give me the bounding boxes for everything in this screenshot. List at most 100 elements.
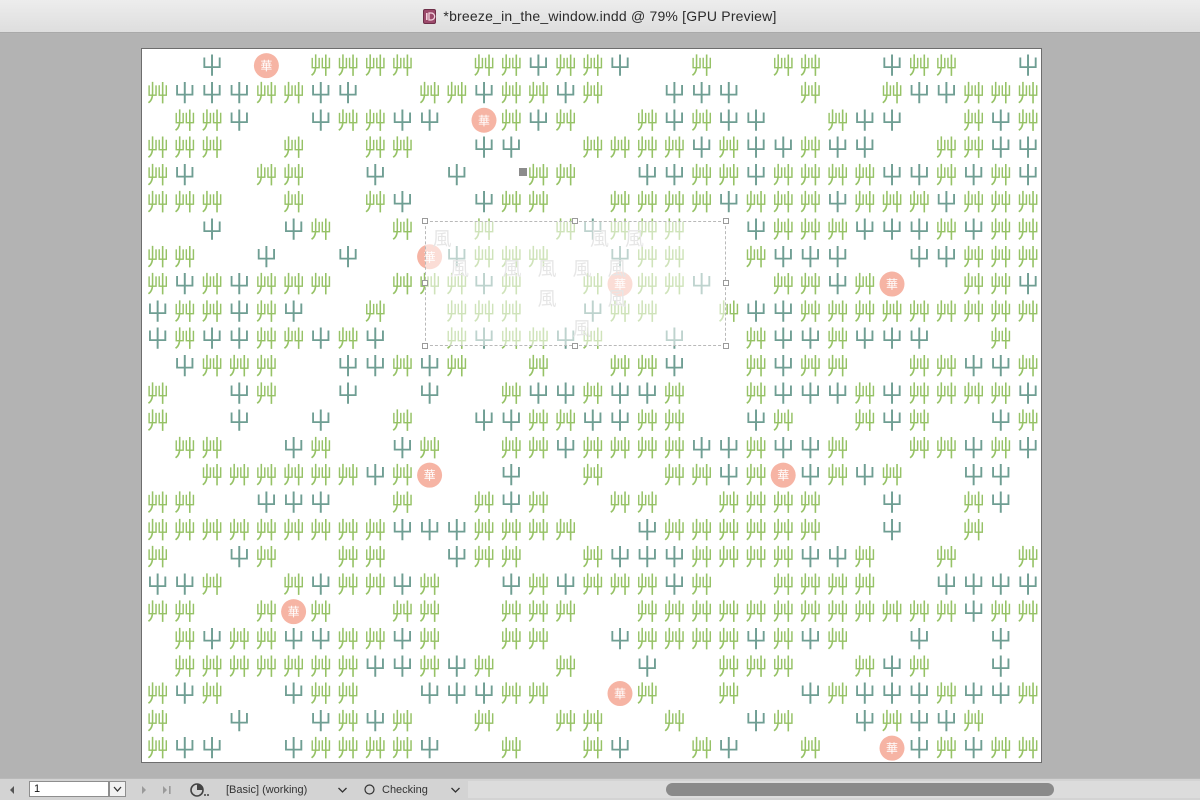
double-grass-glyph: 艸	[527, 409, 550, 435]
double-grass-glyph: 艸	[201, 272, 224, 298]
double-grass-glyph: 艸	[989, 381, 1012, 407]
frame-handle[interactable]	[422, 343, 428, 349]
double-grass-glyph: 艸	[201, 108, 224, 134]
single-grass-glyph: 屮	[337, 81, 360, 107]
single-grass-glyph: 屮	[201, 736, 224, 762]
single-grass-glyph: 屮	[717, 108, 740, 134]
double-grass-glyph: 艸	[500, 436, 523, 462]
double-grass-glyph: 艸	[772, 600, 795, 626]
single-grass-glyph: 屮	[609, 736, 632, 762]
frame-handle[interactable]	[422, 218, 428, 224]
single-grass-glyph: 屮	[799, 327, 822, 353]
single-grass-glyph: 屮	[663, 108, 686, 134]
single-grass-glyph: 屮	[418, 381, 441, 407]
single-grass-glyph: 屮	[445, 682, 468, 708]
single-grass-glyph: 屮	[337, 381, 360, 407]
double-grass-glyph: 艸	[581, 545, 604, 571]
double-grass-glyph: 艸	[282, 463, 305, 489]
single-grass-glyph: 屮	[853, 463, 876, 489]
single-grass-glyph: 屮	[282, 217, 305, 243]
single-grass-glyph: 屮	[799, 545, 822, 571]
double-grass-glyph: 艸	[881, 190, 904, 216]
double-grass-glyph: 艸	[282, 572, 305, 598]
chevron-down-icon[interactable]	[450, 779, 461, 800]
frame-handle[interactable]	[422, 280, 428, 286]
horizontal-scrollbar[interactable]	[468, 781, 1200, 798]
single-grass-glyph: 屮	[173, 163, 196, 189]
preflight-profile-label[interactable]: [Basic] (working)	[226, 779, 307, 800]
double-grass-glyph: 艸	[690, 545, 713, 571]
single-grass-glyph: 屮	[717, 736, 740, 762]
double-grass-glyph: 艸	[799, 354, 822, 380]
double-grass-glyph: 艸	[201, 136, 224, 162]
double-grass-glyph: 艸	[745, 463, 768, 489]
frame-handle[interactable]	[572, 218, 578, 224]
double-grass-glyph: 艸	[337, 654, 360, 680]
selected-text-frame[interactable]	[425, 221, 726, 346]
single-grass-glyph: 屮	[418, 518, 441, 544]
double-grass-glyph: 艸	[500, 518, 523, 544]
double-grass-glyph: 艸	[826, 463, 849, 489]
page-number-field[interactable]: 1	[29, 781, 109, 797]
double-grass-glyph: 艸	[636, 190, 659, 216]
double-grass-glyph: 艸	[337, 518, 360, 544]
double-grass-glyph: 艸	[391, 463, 414, 489]
scrollbar-thumb[interactable]	[666, 783, 1054, 796]
single-grass-glyph: 屮	[228, 272, 251, 298]
double-grass-glyph: 艸	[309, 600, 332, 626]
double-grass-glyph: 艸	[799, 299, 822, 325]
frame-handle[interactable]	[723, 218, 729, 224]
single-grass-glyph: 屮	[908, 81, 931, 107]
single-grass-glyph: 屮	[228, 709, 251, 735]
double-grass-glyph: 艸	[908, 54, 931, 80]
double-grass-glyph: 艸	[989, 163, 1012, 189]
double-grass-glyph: 艸	[799, 81, 822, 107]
status-bar: 1 [Basic] (working) Checking	[0, 778, 1200, 800]
double-grass-glyph: 艸	[473, 709, 496, 735]
frame-handle[interactable]	[723, 343, 729, 349]
double-grass-glyph: 艸	[717, 627, 740, 653]
double-grass-glyph: 艸	[364, 545, 387, 571]
single-grass-glyph: 屮	[609, 381, 632, 407]
double-grass-glyph: 艸	[1017, 682, 1040, 708]
next-page-icon[interactable]	[140, 779, 148, 800]
single-grass-glyph: 屮	[962, 682, 985, 708]
double-grass-glyph: 艸	[554, 163, 577, 189]
chevron-down-icon[interactable]	[337, 779, 348, 800]
single-grass-glyph: 屮	[663, 163, 686, 189]
double-grass-glyph: 艸	[962, 299, 985, 325]
open-page-icon[interactable]	[189, 779, 209, 800]
single-grass-glyph: 屮	[391, 654, 414, 680]
double-grass-glyph: 艸	[962, 136, 985, 162]
single-grass-glyph: 屮	[282, 736, 305, 762]
previous-page-icon[interactable]	[8, 779, 16, 800]
double-grass-glyph: 艸	[935, 163, 958, 189]
double-grass-glyph: 艸	[554, 654, 577, 680]
document-page[interactable]: 屮華艸艸艸艸艸艸屮艸艸屮艸艸艸屮艸艸屮艸屮屮屮艸艸屮屮艸艸屮艸艸屮艸屮屮屮艸艸屮…	[141, 48, 1042, 763]
double-grass-glyph: 艸	[255, 354, 278, 380]
flower-glyph: 華	[260, 59, 272, 73]
page-menu-button[interactable]	[109, 781, 126, 797]
double-grass-glyph: 艸	[663, 518, 686, 544]
single-grass-glyph: 屮	[881, 654, 904, 680]
single-grass-glyph: 屮	[609, 409, 632, 435]
double-grass-glyph: 艸	[962, 381, 985, 407]
double-grass-glyph: 艸	[1017, 217, 1040, 243]
single-grass-glyph: 屮	[826, 245, 849, 271]
frame-handle[interactable]	[723, 280, 729, 286]
double-grass-glyph: 艸	[908, 600, 931, 626]
double-grass-glyph: 艸	[636, 490, 659, 516]
last-page-icon[interactable]	[161, 779, 173, 800]
double-grass-glyph: 艸	[772, 272, 795, 298]
text-frame-in-port[interactable]	[519, 168, 527, 176]
double-grass-glyph: 艸	[173, 518, 196, 544]
double-grass-glyph: 艸	[173, 136, 196, 162]
double-grass-glyph: 艸	[636, 627, 659, 653]
frame-handle[interactable]	[572, 343, 578, 349]
double-grass-glyph: 艸	[663, 600, 686, 626]
double-grass-glyph: 艸	[581, 463, 604, 489]
double-grass-glyph: 艸	[309, 736, 332, 762]
single-grass-glyph: 屮	[309, 627, 332, 653]
single-grass-glyph: 屮	[908, 627, 931, 653]
single-grass-glyph: 屮	[554, 436, 577, 462]
